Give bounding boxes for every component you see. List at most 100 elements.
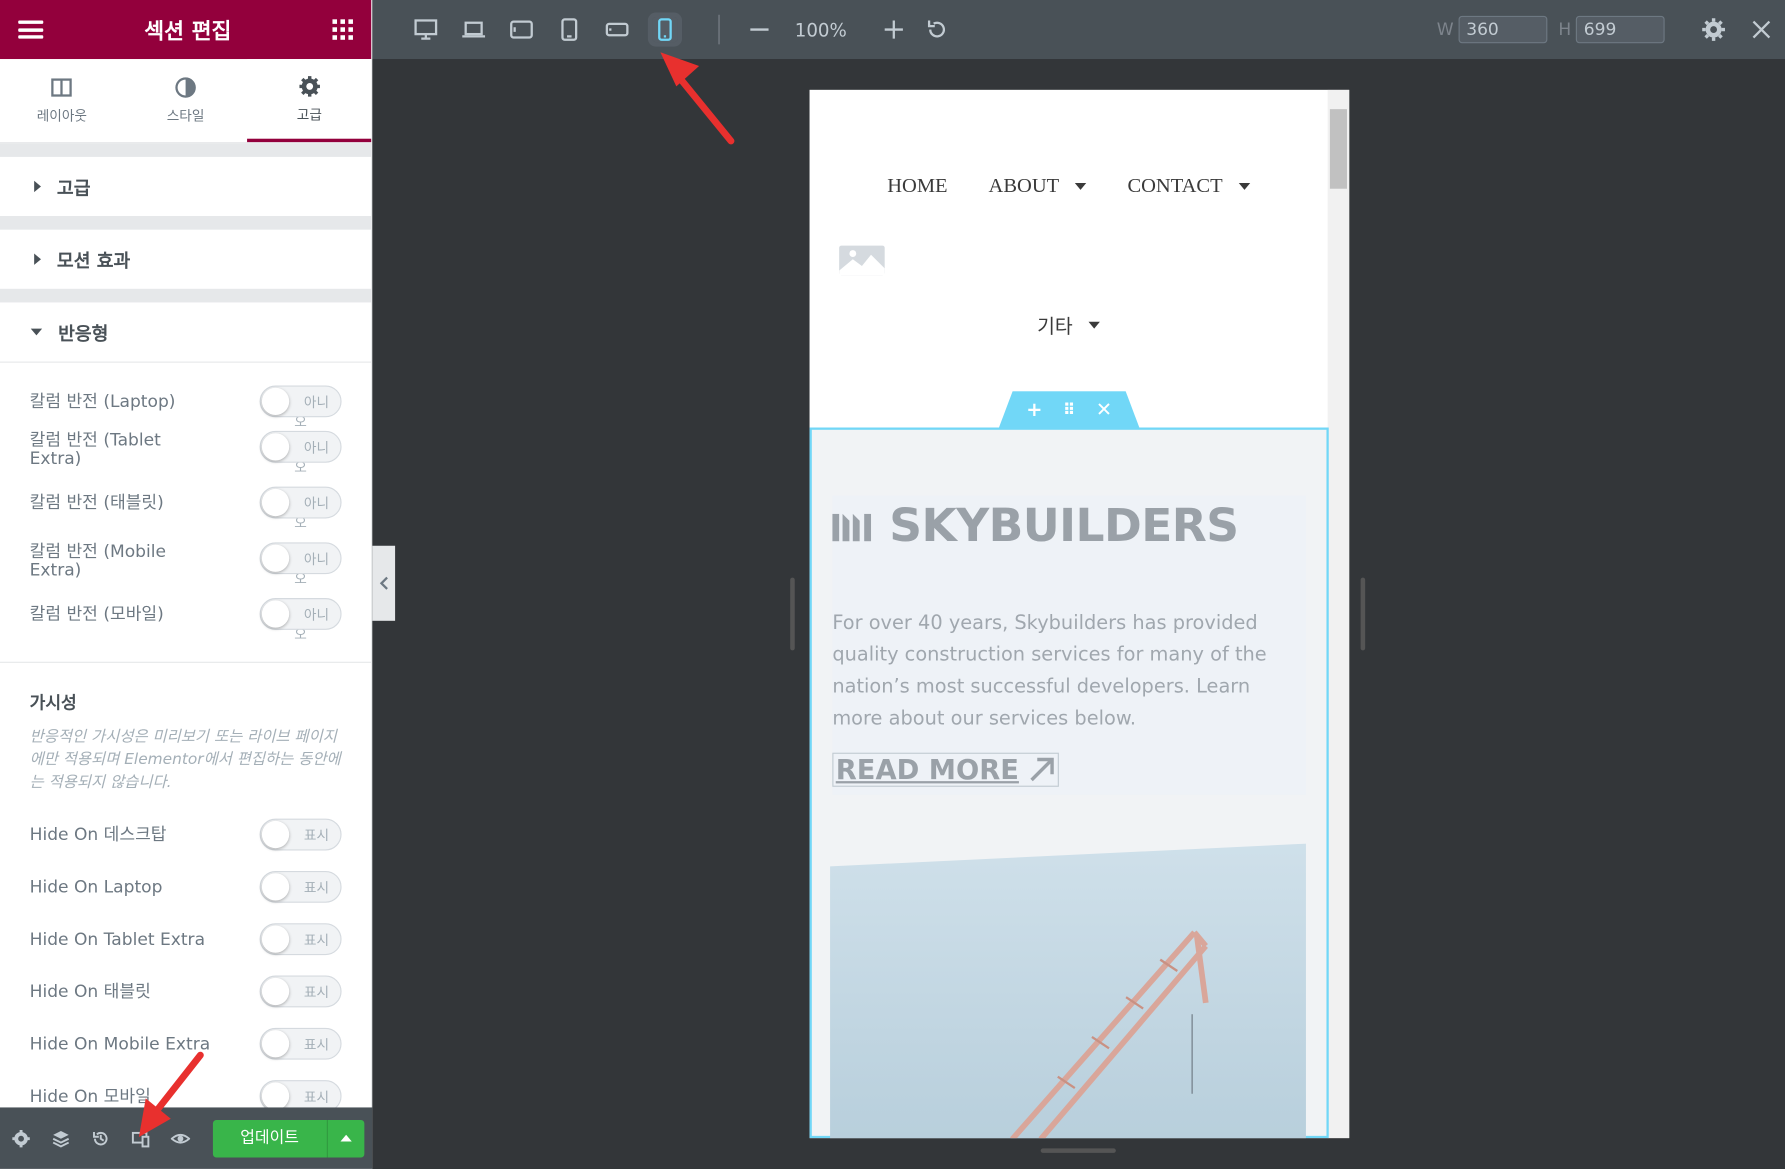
- section-handle[interactable]: + ⠿ ✕: [998, 391, 1140, 429]
- laptop-device-icon[interactable]: [461, 17, 486, 42]
- section-responsive-label: 반응형: [58, 322, 109, 345]
- responsive-toolbar: 100% W 360 H 699: [372, 0, 1785, 60]
- crane-photo: [830, 843, 1306, 1139]
- resize-handle-bottom[interactable]: [1040, 1148, 1116, 1153]
- toggle-text: 표시: [303, 1036, 330, 1053]
- resize-handle-right[interactable]: [1360, 577, 1366, 651]
- toggle-text: 아니: [303, 439, 330, 456]
- panel-scroll-area: 고급 모션 효과 반응형 칼럼 반전 (Laptop) 아니 오 칼럼 반전 (…: [0, 143, 372, 1108]
- toggle-switch[interactable]: 아니: [259, 486, 342, 519]
- caret-right-icon: [34, 180, 41, 193]
- visibility-heading: 가시성: [29, 692, 77, 713]
- tab-advanced[interactable]: 고급: [247, 59, 372, 143]
- width-input[interactable]: 360: [1458, 15, 1548, 44]
- control-label: 칼럼 반전 (태블릿): [29, 492, 164, 513]
- selected-section[interactable]: SKYBUILDERS For over 40 years, Skybuilde…: [809, 427, 1329, 1139]
- nav-item-home[interactable]: HOME: [887, 174, 947, 198]
- toggle-switch[interactable]: 표시: [259, 1027, 342, 1060]
- editor-panel: 섹션 편집 레이아웃 스타일 고급 고급 모션 효과 반응형 칼럼 반전 (La…: [0, 0, 373, 1169]
- tab-advanced-label: 고급: [296, 106, 322, 123]
- close-icon[interactable]: [1749, 17, 1774, 42]
- toggle-switch[interactable]: 아니: [259, 598, 342, 630]
- nav-item-other[interactable]: 기타: [810, 310, 1328, 339]
- reverse-columns-mobile-extra-control: 칼럼 반전 (Mobile Extra) 아니 오: [0, 542, 371, 598]
- history-icon[interactable]: [91, 1128, 110, 1147]
- editor-canvas: HOME ABOUT CONTACT 기타 + ⠿ ✕ SKYBUILDERS …: [372, 59, 1785, 1169]
- read-more-link[interactable]: READ MORE: [832, 752, 1059, 787]
- tablet-extra-device-icon[interactable]: [509, 17, 534, 42]
- toggle-switch[interactable]: 표시: [259, 923, 342, 956]
- control-label: Hide On 데스크탑: [29, 824, 167, 845]
- navigator-layers-icon[interactable]: [51, 1128, 70, 1147]
- nav-item-about[interactable]: ABOUT: [989, 174, 1087, 198]
- toggle-switch[interactable]: 아니: [259, 542, 342, 575]
- tab-layout[interactable]: 레이아웃: [0, 59, 124, 142]
- width-label: W: [1436, 19, 1454, 40]
- zoom-level: 100%: [794, 18, 847, 41]
- zoom-in-icon[interactable]: [881, 17, 906, 42]
- hamburger-menu-icon[interactable]: [18, 20, 44, 39]
- annotation-arrow-icon: [138, 1051, 204, 1137]
- toggle-switch[interactable]: 아니: [259, 385, 342, 418]
- toggle-switch[interactable]: 표시: [259, 1080, 342, 1108]
- control-label: Hide On Tablet Extra: [29, 928, 206, 950]
- resize-handle-left[interactable]: [790, 577, 795, 651]
- annotation-arrow-icon: [660, 52, 735, 145]
- responsive-controls: 칼럼 반전 (Laptop) 아니 오 칼럼 반전 (Tablet Extra)…: [0, 361, 372, 1108]
- reverse-columns-mobile-control: 칼럼 반전 (모바일) 아니 오: [0, 598, 371, 653]
- settings-icon[interactable]: [11, 1128, 30, 1147]
- nav-label: CONTACT: [1127, 173, 1223, 197]
- mobile-extra-device-icon[interactable]: [605, 17, 630, 42]
- hide-on-tablet-extra-control: Hide On Tablet Extra 표시: [0, 923, 371, 975]
- reverse-columns-tablet-extra-control: 칼럼 반전 (Tablet Extra) 아니 오: [0, 429, 371, 487]
- caret-down-icon: [30, 328, 43, 336]
- mobile-preview-frame: HOME ABOUT CONTACT 기타 + ⠿ ✕ SKYBUILDERS …: [809, 89, 1350, 1139]
- control-label: 칼럼 반전 (Tablet Extra): [29, 429, 161, 469]
- drag-handle-icon[interactable]: ⠿: [1063, 401, 1075, 419]
- control-label: 칼럼 반전 (Laptop): [29, 391, 176, 412]
- add-section-icon[interactable]: +: [1026, 399, 1042, 422]
- tab-style[interactable]: 스타일: [124, 59, 248, 142]
- chevron-left-icon: [379, 576, 388, 590]
- nav-item-contact[interactable]: CONTACT: [1127, 173, 1250, 198]
- widgets-grid-icon[interactable]: [332, 19, 353, 40]
- control-label: Hide On 태블릿: [29, 981, 151, 1002]
- reset-zoom-icon[interactable]: [924, 17, 949, 42]
- gear-icon: [299, 75, 320, 97]
- height-input[interactable]: 699: [1575, 15, 1665, 44]
- desktop-device-icon[interactable]: [413, 17, 438, 42]
- section-responsive[interactable]: 반응형: [0, 302, 372, 362]
- section-advanced[interactable]: 고급: [0, 156, 372, 217]
- hide-on-laptop-control: Hide On Laptop 표시: [0, 870, 371, 923]
- toggle-switch[interactable]: 표시: [259, 870, 342, 903]
- toggle-switch[interactable]: 아니: [259, 430, 342, 463]
- nav-label: 기타: [1037, 316, 1073, 339]
- toggle-text: 아니: [303, 606, 330, 623]
- hero-paragraph: For over 40 years, Skybuilders has provi…: [832, 611, 1267, 730]
- toggle-text: 표시: [303, 879, 330, 896]
- preview-scrollbar[interactable]: [1327, 89, 1350, 1139]
- toggle-switch[interactable]: 표시: [259, 818, 342, 851]
- save-options-caret-icon[interactable]: [327, 1134, 363, 1142]
- settings-gear-icon[interactable]: [1701, 17, 1726, 42]
- dropdown-caret-icon: [1238, 182, 1250, 190]
- skybuilders-logo: SKYBUILDERS: [832, 500, 1239, 553]
- toggle-text: 아니: [303, 550, 330, 567]
- hide-on-desktop-control: Hide On 데스크탑 표시: [0, 818, 371, 871]
- toggle-switch[interactable]: 표시: [259, 975, 342, 1008]
- dropdown-caret-icon: [1075, 182, 1087, 190]
- height-label: H: [1558, 19, 1572, 40]
- read-more-label: READ MORE: [835, 753, 1019, 786]
- hide-on-tablet-control: Hide On 태블릿 표시: [0, 975, 371, 1028]
- tablet-device-icon[interactable]: [557, 17, 582, 42]
- caret-right-icon: [34, 253, 41, 265]
- logo-mark-icon: [832, 513, 872, 542]
- control-label: 칼럼 반전 (Mobile Extra): [29, 541, 167, 580]
- collapse-panel-button[interactable]: [372, 545, 396, 621]
- section-motion[interactable]: 모션 효과: [0, 229, 372, 289]
- reverse-columns-laptop-control: 칼럼 반전 (Laptop) 아니 오: [0, 385, 371, 430]
- arrow-up-right-icon: [1030, 757, 1054, 782]
- contrast-icon: [175, 77, 196, 98]
- update-button[interactable]: 업데이트: [212, 1119, 364, 1157]
- delete-section-icon[interactable]: ✕: [1096, 399, 1112, 422]
